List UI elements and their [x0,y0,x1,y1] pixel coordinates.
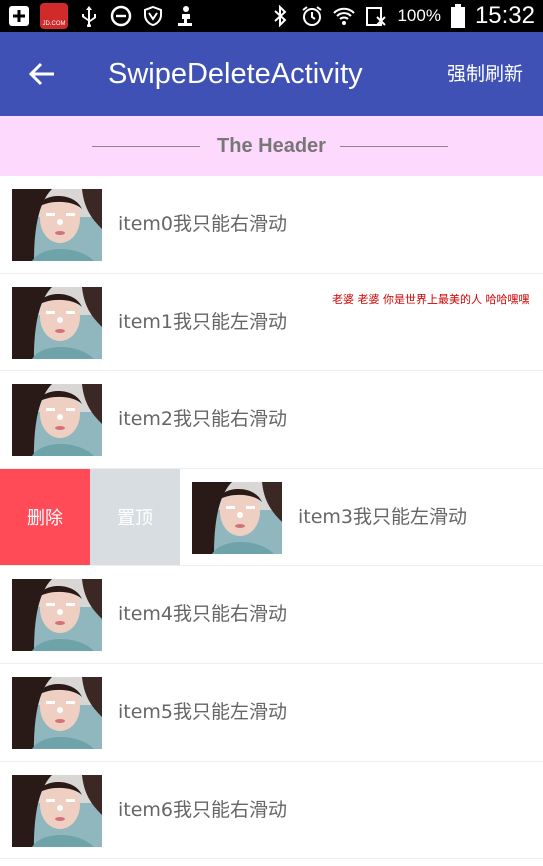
alarm-icon [302,6,323,26]
list-item-swiped[interactable]: 删除 置顶 item3我只能左滑动 [0,468,543,567]
list-item-content[interactable]: item1我只能左滑动 老婆 老婆 你是世界上最美的人 哈哈嘿嘿 [0,273,543,371]
no-signal-icon [366,7,387,26]
list-item[interactable]: item6我只能右滑动 [0,761,543,860]
avatar [12,286,102,359]
clock: 15:32 [474,2,535,29]
add-notification-icon [9,6,29,26]
bluetooth-icon [274,5,287,27]
list-item[interactable]: item2我只能右滑动 [0,371,543,469]
list-item-label: item6我只能右滑动 [118,798,288,821]
battery-icon [450,4,465,28]
list-item-note: 老婆 老婆 你是世界上最美的人 哈哈嘿嘿 [332,292,530,306]
person-download-icon [178,6,192,26]
list-item[interactable]: item1我只能左滑动 老婆 老婆 你是世界上最美的人 哈哈嘿嘿 [0,273,543,372]
back-button[interactable] [22,54,62,94]
list-item-label: item0我只能右滑动 [118,213,288,235]
battery-percent: 100% [397,6,441,25]
arrow-back-icon [29,62,54,86]
avatar [192,481,282,554]
list-item-label: item1我只能左滑动 [118,310,288,333]
list-item-content[interactable]: item2我只能右滑动 [0,371,543,468]
list-item-content[interactable]: item5我只能左滑动 [0,663,543,761]
page-title: SwipeDeleteActivity [108,58,363,90]
list-item[interactable]: item0我只能右滑动 [0,176,543,274]
list-item-content[interactable]: item3我只能左滑动 [180,468,543,566]
force-refresh-button[interactable]: 强制刷新 [447,32,523,116]
shield-icon [144,5,162,27]
wifi-icon [333,7,356,25]
list-item-content[interactable]: item6我只能右滑动 [0,761,543,859]
list-item-label: item3我只能左滑动 [298,505,468,528]
avatar [12,189,102,261]
minus-circle-icon [110,5,132,27]
status-bar: JD.COM 100% 15:32 [0,0,543,32]
avatar [12,774,102,847]
jd-app-icon: JD.COM [40,3,68,29]
header-title: The Header [217,135,326,157]
list-item-label: item2我只能右滑动 [118,408,288,431]
header-divider-right [340,146,448,147]
list-header: The Header [0,116,543,176]
swipe-list[interactable]: item0我只能右滑动 item1我只能左滑动 老婆 老婆 你是世界上最美的人 … [0,176,543,860]
avatar [12,676,102,749]
avatar [12,384,102,457]
list-item[interactable]: item4我只能右滑动 [0,566,543,664]
delete-button[interactable]: 删除 [0,468,90,566]
app-bar: SwipeDeleteActivity 强制刷新 [0,32,543,116]
list-item-content[interactable]: item4我只能右滑动 [0,566,543,663]
list-item-label: item5我只能左滑动 [118,700,288,723]
usb-icon [82,6,96,27]
list-item-content[interactable]: item0我只能右滑动 [0,176,543,273]
avatar [12,579,102,652]
list-item[interactable]: item5我只能左滑动 [0,663,543,762]
pin-top-button[interactable]: 置顶 [90,468,180,566]
list-item-label: item4我只能右滑动 [118,603,288,626]
